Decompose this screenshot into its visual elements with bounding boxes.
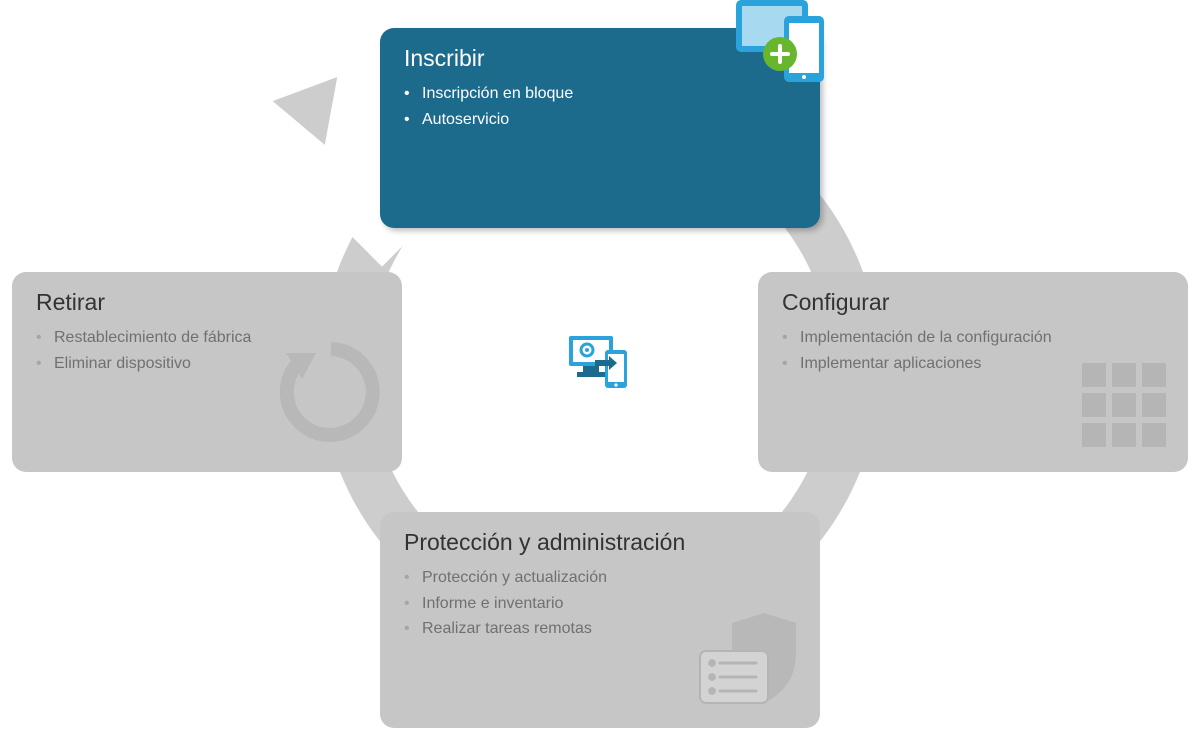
stage-title: Configurar [782, 290, 1166, 315]
stage-card-protect: Protección y administración Protección y… [380, 512, 820, 728]
app-grid-icon [1076, 357, 1172, 458]
stage-item: Protección y actualización [404, 565, 798, 591]
stage-item: Autoservicio [404, 107, 798, 133]
lifecycle-diagram: Inscribir Inscripción en bloque Autoserv… [0, 0, 1200, 735]
stage-card-configure: Configurar Implementación de la configur… [758, 272, 1188, 472]
reset-circular-arrow-icon [276, 337, 386, 452]
enroll-devices-icon [732, 0, 842, 97]
stage-title: Retirar [36, 290, 380, 315]
stage-card-retire: Retirar Restablecimiento de fábrica Elim… [12, 272, 402, 472]
stage-card-enroll: Inscribir Inscripción en bloque Autoserv… [380, 28, 820, 228]
device-management-center-icon [565, 330, 639, 401]
stage-item: Implementación de la configuración [782, 325, 1166, 351]
shield-list-icon [694, 609, 804, 714]
stage-title: Protección y administración [404, 530, 798, 555]
